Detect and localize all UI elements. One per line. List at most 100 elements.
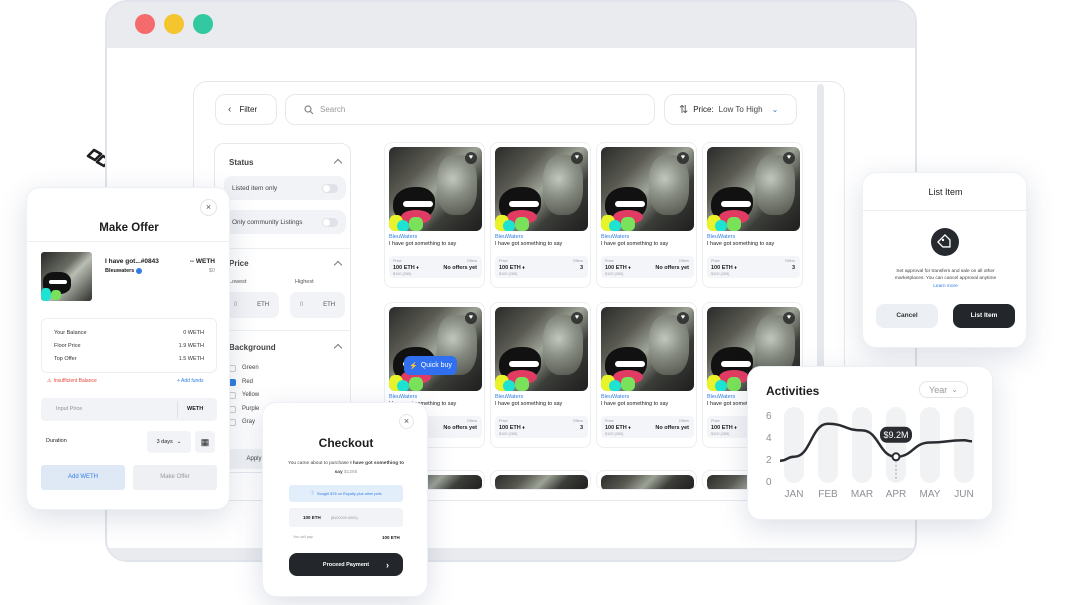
nft-card[interactable]: ♥ BleuWatersI have got something to say Pr… [384, 142, 485, 288]
card-usd: $100 (265) [499, 272, 518, 276]
card-price: 100 ETH ♦ [499, 265, 525, 271]
chevron-right-icon: › [386, 559, 389, 570]
background-option-yellow[interactable]: Yellow [229, 389, 259, 403]
heart-icon[interactable]: ♥ [783, 312, 795, 324]
floor-price-value: 1.9 WETH [178, 343, 204, 349]
duration-select[interactable]: 3 days ⌄ [147, 431, 191, 453]
heart-icon[interactable]: ♥ [783, 152, 795, 164]
highlight-point[interactable] [891, 452, 901, 462]
cancel-button[interactable]: Cancel [876, 304, 938, 328]
chevron-up-icon[interactable] [333, 158, 343, 168]
warning-icon: ⚠ [47, 378, 52, 384]
checkbox-checked[interactable] [229, 378, 236, 386]
status-option-label: Only community Listings [232, 218, 303, 226]
nft-card[interactable]: ♥ BleuWatersI have got something to say Pr… [702, 142, 803, 288]
tooltip-label: $9.2M [883, 430, 908, 440]
add-funds-link[interactable]: + Add funds [177, 378, 204, 384]
item-collection: Bleuwaters [105, 268, 143, 274]
maximize-window-dot[interactable] [193, 14, 213, 34]
card-collection: BleuWaters [389, 394, 418, 400]
make-offer-button[interactable]: Make Offer [133, 465, 217, 490]
card-offers: No offers yet [655, 265, 689, 271]
background-options: Green Red Yellow Purple Gray [229, 362, 259, 430]
lowest-input[interactable]: 0 ETH [224, 292, 279, 318]
make-offer-modal: × Make Offer I have got...#0843 Bleuwate… [26, 187, 231, 510]
status-option-listed[interactable]: Listed item only [224, 176, 346, 200]
add-weth-button[interactable]: Add WETH [41, 465, 125, 490]
background-option-green[interactable]: Green [229, 362, 259, 376]
heart-icon[interactable]: ♥ [571, 152, 583, 164]
nft-card-partial[interactable] [490, 470, 591, 490]
filter-button[interactable]: ‹ Filter [215, 94, 277, 125]
warning-text: ⚠ Insufficient Balance [47, 378, 97, 384]
month-bar-bg [920, 407, 940, 483]
item-thumbnail [41, 252, 92, 301]
x-tick-label: MAR [851, 489, 873, 500]
nft-card[interactable]: ♥ BleuWatersI have got something to say Pr… [490, 302, 591, 448]
eth-icon: ♦ [628, 265, 631, 271]
heart-icon[interactable]: ♥ [571, 312, 583, 324]
top-offer-value: 1.5 WETH [178, 356, 204, 362]
card-usd: $100 (265) [605, 272, 624, 276]
item-name: I have got...#0843 [105, 258, 159, 265]
calendar-icon[interactable]: ▦ [195, 431, 215, 453]
sort-dropdown[interactable]: ⇅ Price: Low To High ⌄ [664, 94, 797, 125]
balance-value: 0 WETH [183, 330, 204, 336]
offers-label: Offers [572, 259, 583, 263]
list-item-button[interactable]: List Item [953, 304, 1015, 328]
status-option-community[interactable]: Only community Listings [224, 210, 346, 234]
eth-icon: ♦ [628, 425, 631, 431]
offers-label: Offers [678, 419, 689, 423]
nft-card[interactable]: ♥ BleuWatersI have got something to say Pr… [490, 142, 591, 288]
close-window-dot[interactable] [135, 14, 155, 34]
search-input[interactable]: Search [285, 94, 655, 125]
heart-icon[interactable]: ♥ [465, 152, 477, 164]
card-price: 100 ETH ♦ [711, 425, 737, 431]
chevron-down-icon: ⌄ [176, 439, 182, 445]
item-price: -- WETH [189, 258, 215, 265]
eth-icon: ♦ [734, 265, 737, 271]
quick-buy-button[interactable]: ⚡ Quick buy [404, 356, 457, 375]
nft-artwork: ♥ [389, 147, 482, 231]
heart-icon[interactable]: ♥ [677, 312, 689, 324]
checkbox[interactable] [229, 392, 236, 400]
search-placeholder: Search [320, 105, 346, 114]
highest-input[interactable]: 0 ETH [290, 292, 345, 318]
card-price: 100 ETH ♦ [605, 425, 631, 431]
learn-more-link[interactable]: Learn more [863, 284, 1028, 289]
proceed-payment-button[interactable]: Proceed Payment › [289, 553, 403, 576]
toggle-switch[interactable] [322, 183, 338, 193]
background-option-red[interactable]: Red [229, 376, 259, 390]
chevron-up-icon[interactable] [333, 260, 343, 270]
chevron-up-icon[interactable] [333, 343, 343, 353]
checkbox[interactable] [229, 365, 236, 373]
toggle-switch[interactable] [322, 217, 338, 227]
close-icon[interactable]: × [399, 414, 414, 429]
heart-icon[interactable]: ♥ [465, 312, 477, 324]
card-price-box: Price100 ETH ♦$100 (265)OffersNo offers … [601, 416, 694, 438]
month-bar-bg [852, 407, 872, 483]
close-icon[interactable]: × [200, 199, 217, 216]
checkbox[interactable] [229, 419, 236, 427]
card-price: 100 ETH ♦ [499, 425, 525, 431]
nft-artwork: ♥ [495, 147, 588, 231]
card-offers: 3 [579, 265, 583, 271]
nft-card[interactable]: ♥ BleuWatersI have got something to say Pr… [596, 302, 697, 448]
minimize-window-dot[interactable] [164, 14, 184, 34]
offer-price-input[interactable]: Input Price WETH [41, 398, 217, 421]
status-option-label: Listed item only [232, 184, 278, 192]
card-price: 100 ETH ♦ [393, 265, 419, 271]
y-tick-label: 6 [766, 411, 772, 422]
background-option-purple[interactable]: Purple [229, 403, 259, 417]
checkbox[interactable] [229, 405, 236, 413]
proceed-label: Proceed Payment [322, 561, 370, 568]
nft-card-partial[interactable] [596, 470, 697, 490]
nft-card[interactable]: ♥ BleuWatersI have got something to say Pr… [596, 142, 697, 288]
background-option-gray[interactable]: Gray [229, 416, 259, 430]
card-collection: BleuWaters [495, 234, 524, 240]
card-collection: BleuWaters [495, 394, 524, 400]
heart-icon[interactable]: ♥ [677, 152, 689, 164]
input-currency: WETH [187, 406, 204, 412]
checkout-modal: × Checkout You came about to purchase I … [262, 402, 428, 597]
balance-box: Your Balance 0 WETH Floor Price 1.9 WETH… [41, 318, 217, 373]
